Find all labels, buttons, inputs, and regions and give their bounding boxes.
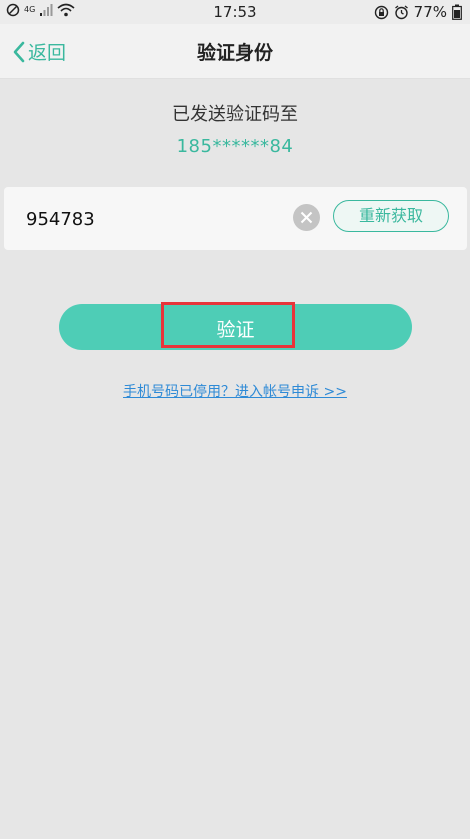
verify-button-label: 验证 (216, 319, 255, 341)
battery-icon (452, 4, 462, 20)
account-appeal-link[interactable]: 手机号码已停用？进入帐号申诉 >> (0, 381, 470, 401)
status-right: 77% (374, 3, 462, 21)
verification-code-card: 重新获取 (4, 187, 467, 250)
nav-bar: 返回 验证身份 (0, 24, 470, 79)
lock-rotation-icon (374, 5, 388, 19)
close-icon (300, 211, 313, 224)
status-bar: 4G 17:53 77% (0, 0, 470, 24)
code-sent-label: 已发送验证码至 (172, 104, 298, 125)
battery-percent: 77% (413, 3, 447, 21)
verify-button[interactable]: 验证 (59, 304, 412, 350)
resend-code-button[interactable]: 重新获取 (333, 200, 449, 232)
masked-phone-number: 185******84 (176, 136, 294, 157)
verification-code-input[interactable] (26, 207, 276, 231)
alarm-icon (394, 4, 408, 19)
clear-input-button[interactable] (293, 204, 320, 231)
page-title: 验证身份 (196, 42, 273, 64)
